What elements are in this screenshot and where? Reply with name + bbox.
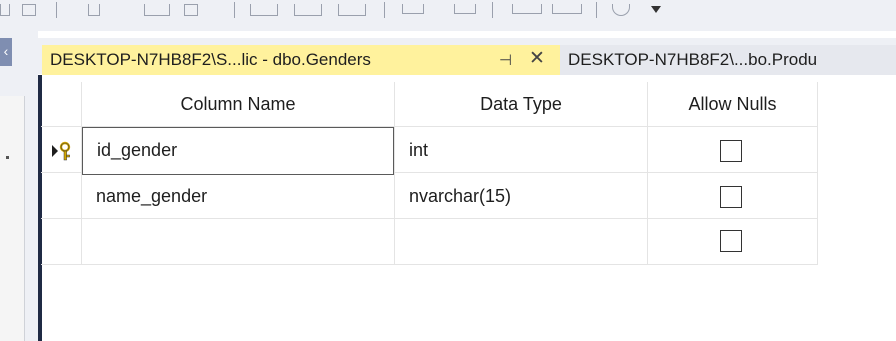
toolbar-icon[interactable] <box>144 4 170 16</box>
toolbar-icon[interactable] <box>250 4 278 16</box>
allow-nulls-cell <box>648 127 818 173</box>
toolbar-separator <box>492 2 493 18</box>
toolbar-icon[interactable] <box>512 4 542 14</box>
allow-nulls-checkbox[interactable] <box>720 140 742 162</box>
allow-nulls-cell <box>648 219 818 265</box>
row-selector[interactable] <box>41 219 82 265</box>
data-type-cell[interactable] <box>395 219 648 265</box>
toolbar-icon[interactable] <box>184 4 198 16</box>
allow-nulls-header[interactable]: Allow Nulls <box>648 82 818 127</box>
data-type-cell[interactable]: int <box>395 127 648 173</box>
tab-genders[interactable]: DESKTOP-N7HB8F2\S...lic - dbo.Genders ⊣ … <box>42 45 560 75</box>
column-name-input[interactable]: id_gender <box>82 127 394 175</box>
toolbar-separator <box>56 2 57 18</box>
toolbar-icon[interactable] <box>338 4 366 16</box>
close-icon[interactable]: ✕ <box>529 47 545 70</box>
toolbar-separator <box>234 2 235 18</box>
toolbar-icon[interactable] <box>552 4 582 14</box>
row-selector-header <box>41 82 82 127</box>
allow-nulls-checkbox[interactable] <box>720 230 742 252</box>
collapse-panel-icon[interactable]: ‹ <box>0 38 12 66</box>
toolbar-separator <box>596 2 597 18</box>
column-name-cell[interactable] <box>82 219 395 265</box>
row-selector[interactable] <box>41 173 82 219</box>
tab-title: DESKTOP-N7HB8F2\...bo.Produ <box>568 50 818 69</box>
toolbar-icon[interactable] <box>88 4 100 16</box>
ssms-window: ‹ DESKTOP-N7HB8F2\S...lic - dbo.Genders … <box>0 0 896 341</box>
row-selector[interactable] <box>41 127 82 173</box>
object-explorer-edge <box>0 96 25 341</box>
column-name-cell[interactable]: name_gender <box>82 173 395 219</box>
primary-key-icon <box>52 141 71 161</box>
toolbar-icon[interactable] <box>454 4 476 14</box>
tree-marker-icon <box>6 156 9 159</box>
allow-nulls-checkbox[interactable] <box>720 186 742 208</box>
toolbar <box>0 0 896 31</box>
toolbar-overflow-icon[interactable] <box>651 6 661 13</box>
pin-icon[interactable]: ⊣ <box>499 51 512 69</box>
data-type-cell[interactable]: nvarchar(15) <box>395 173 648 219</box>
tab-title: DESKTOP-N7HB8F2\S...lic - dbo.Genders <box>50 50 371 69</box>
tab-products[interactable]: DESKTOP-N7HB8F2\...bo.Produ <box>560 45 896 75</box>
column-name-header[interactable]: Column Name <box>82 82 395 127</box>
toolbar-icon[interactable] <box>612 4 630 16</box>
toolbar-separator <box>384 2 385 18</box>
toolbar-icon[interactable] <box>294 4 322 16</box>
toolbar-icon[interactable] <box>22 4 36 16</box>
allow-nulls-cell <box>648 173 818 219</box>
toolbar-icon[interactable] <box>402 4 424 14</box>
data-type-header[interactable]: Data Type <box>395 82 648 127</box>
toolbar-icon[interactable] <box>0 4 10 16</box>
